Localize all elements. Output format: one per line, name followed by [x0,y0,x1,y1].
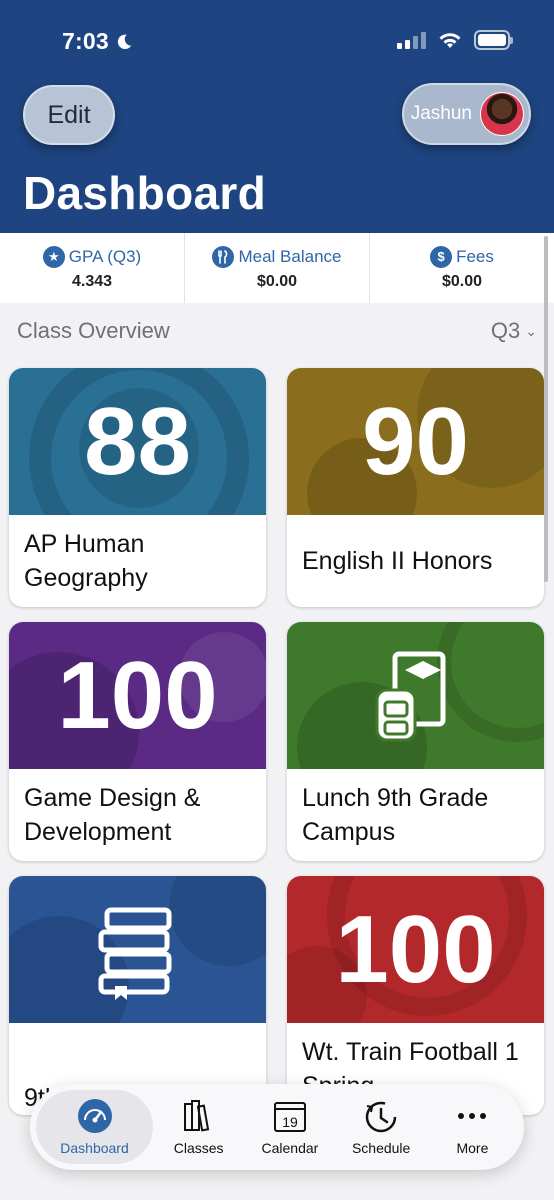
class-grade: 88 [84,387,191,495]
avatar [480,92,524,136]
backpack-icon [375,651,445,741]
gpa-label: GPA (Q3) [68,246,142,266]
class-name: English II Honors [302,547,493,575]
class-card-wt-train-football[interactable]: 100 Wt. Train Football 1 Spring [287,876,544,1115]
tab-more[interactable]: More [427,1090,518,1164]
fees-label: Fees [456,246,494,266]
class-grade: 90 [362,387,469,495]
gpa-value: 4.343 [71,272,113,290]
class-card-lunch[interactable]: Lunch 9th Grade Campus [287,622,544,861]
meal-balance-stat[interactable]: Meal Balance $0.00 [185,233,370,303]
class-name: AP Human Geography [24,530,148,592]
utensils-icon [212,245,235,268]
page-title: Dashboard [23,167,266,219]
class-card-header: 88 [9,368,266,515]
chevron-down-icon: ⌄ [525,322,537,339]
scrollbar[interactable] [544,236,548,582]
user-profile-button[interactable]: Jashun [402,83,531,145]
battery-icon [474,30,513,50]
meal-balance-label: Meal Balance [238,246,342,266]
tab-calendar[interactable]: 19 Calendar [244,1090,335,1164]
stats-bar: ★ GPA (Q3) 4.343 Meal Balance $0.00 $ Fe… [0,233,554,303]
calendar-day: 19 [282,1114,298,1130]
meal-balance-value: $0.00 [256,272,298,290]
user-name: Jashun [410,103,472,124]
class-card-header: 100 [9,622,266,769]
term-select[interactable]: Q3 ⌄ [491,318,537,344]
status-time: 7:03 [62,28,133,55]
more-icon [458,1113,487,1119]
calendar-icon: 19 [273,1102,306,1132]
class-card-header: 90 [287,368,544,515]
class-grade: 100 [57,641,218,749]
tab-classes-label: Classes [173,1140,224,1156]
clock-icon [365,1101,397,1133]
class-card-english-ii-honors[interactable]: 90 English II Honors [287,368,544,607]
class-card-header: 100 [287,876,544,1023]
gauge-icon [77,1099,112,1133]
tab-schedule[interactable]: Schedule [336,1090,427,1164]
books-stack-icon [98,907,171,1000]
tab-dashboard-label: Dashboard [60,1140,129,1156]
class-card-game-design[interactable]: 100 Game Design & Development [9,622,266,861]
cellular-signal-icon [397,31,426,49]
class-name: Game Design & Development [24,784,201,846]
edit-button[interactable]: Edit [23,85,115,145]
moon-icon [117,34,132,49]
class-card-header [9,876,266,1023]
status-indicators [397,30,513,50]
class-name: Lunch 9th Grade Campus [302,784,489,846]
class-grade: 100 [335,895,496,1003]
term-select-value: Q3 [490,318,521,343]
class-card-header [287,622,544,769]
class-card-ap-human-geography[interactable]: 88 AP Human Geography [9,368,266,607]
fees-value: $0.00 [441,272,483,290]
tab-classes[interactable]: Classes [153,1090,244,1164]
tab-bar: Dashboard Classes 19 Calendar Schedule M… [30,1084,524,1170]
star-icon: ★ [42,245,65,268]
tab-calendar-label: Calendar [261,1140,319,1156]
fees-stat[interactable]: $ Fees $0.00 [370,233,554,303]
books-icon [183,1100,209,1132]
tab-schedule-label: Schedule [351,1140,411,1156]
tab-more-label: More [456,1140,489,1156]
gpa-stat[interactable]: ★ GPA (Q3) 4.343 [0,233,185,303]
class-overview-title: Class Overview [17,318,170,343]
class-card-9th-homeroom[interactable]: 9th Homeroom [9,876,266,1115]
tab-dashboard[interactable]: Dashboard [36,1090,154,1164]
dollar-icon: $ [430,245,453,268]
header: 7:03 Edit Jashun Dashboard [0,0,554,233]
wifi-icon [439,33,461,48]
